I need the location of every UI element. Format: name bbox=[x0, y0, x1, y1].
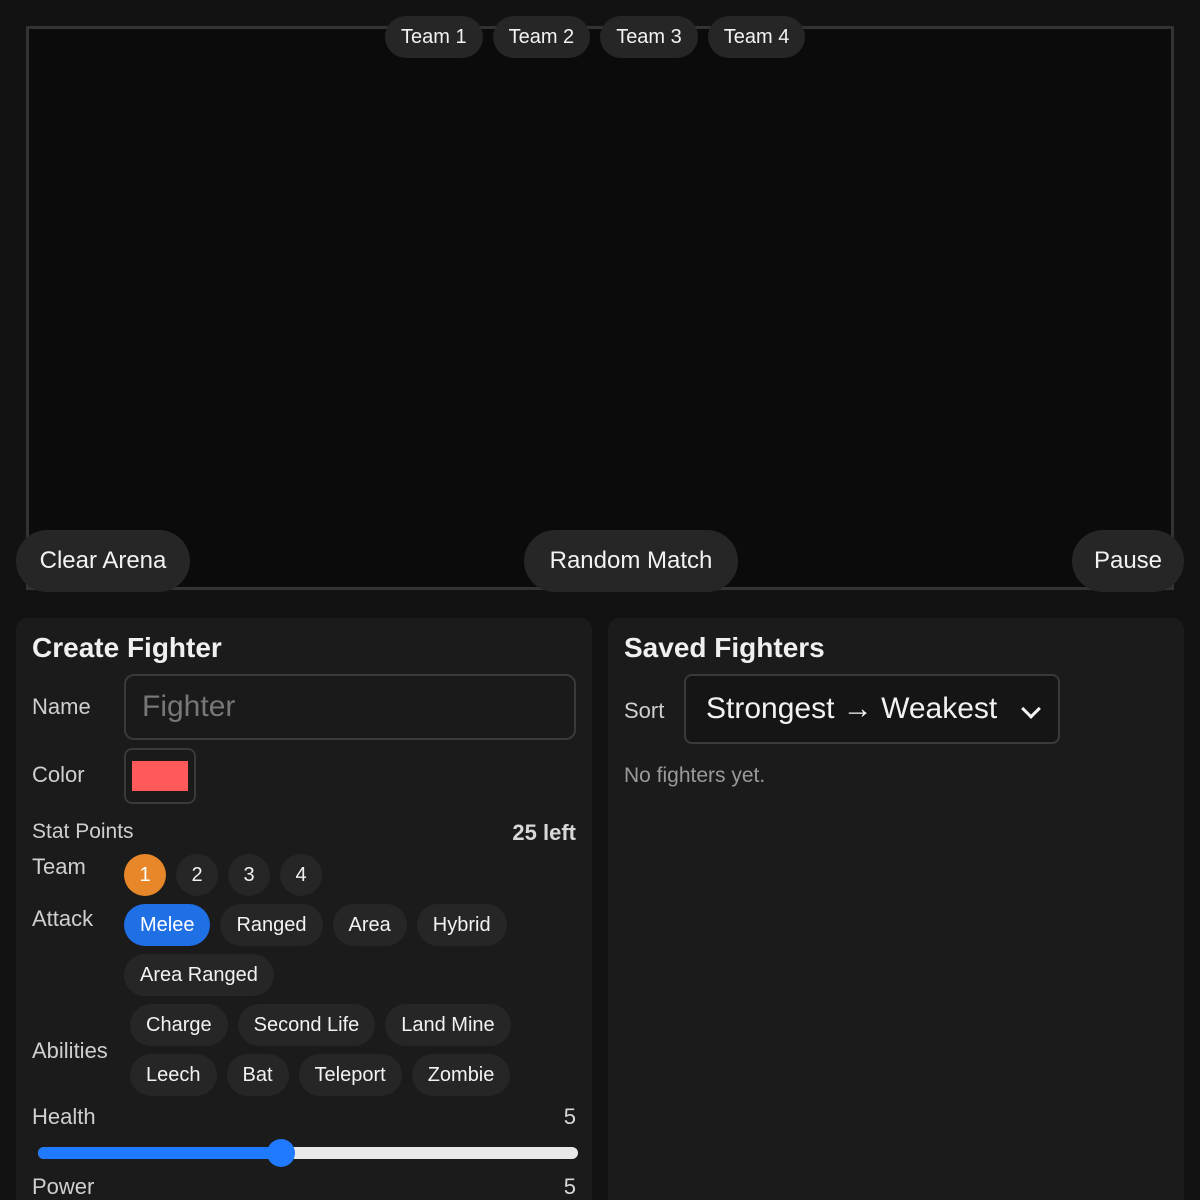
attack-label: Attack bbox=[32, 906, 94, 931]
abilities-label: Abilities bbox=[32, 1038, 108, 1063]
fighter-arena-app: Team 1 Team 2 Team 3 Team 4 Clear Arena … bbox=[0, 0, 1200, 1200]
attack-option-area-ranged[interactable]: Area Ranged bbox=[124, 954, 274, 996]
health-slider-fill bbox=[38, 1147, 281, 1159]
color-picker[interactable] bbox=[124, 748, 196, 804]
name-label: Name bbox=[32, 694, 91, 719]
team-option-1[interactable]: 1 bbox=[124, 854, 166, 896]
team-tabs: Team 1 Team 2 Team 3 Team 4 bbox=[385, 16, 806, 58]
team-option-3[interactable]: 3 bbox=[228, 854, 270, 896]
color-swatch bbox=[130, 759, 190, 793]
color-label: Color bbox=[32, 762, 85, 787]
tab-team-4[interactable]: Team 4 bbox=[707, 16, 806, 58]
stat-points-label: Stat Points bbox=[32, 820, 134, 843]
ability-land-mine[interactable]: Land Mine bbox=[385, 1004, 511, 1046]
tab-team-3[interactable]: Team 3 bbox=[600, 16, 698, 58]
clear-arena-button[interactable]: Clear Arena bbox=[16, 530, 190, 592]
health-label: Health bbox=[32, 1104, 96, 1129]
attack-option-hybrid[interactable]: Hybrid bbox=[416, 904, 507, 946]
ability-second-life[interactable]: Second Life bbox=[237, 1004, 376, 1046]
create-fighter-title: Create Fighter bbox=[32, 632, 222, 663]
sort-select[interactable]: Strongest → Weakest bbox=[684, 674, 1060, 744]
create-fighter-panel: Create Fighter Name Color Stat Points 25… bbox=[16, 618, 592, 1200]
power-label: Power bbox=[32, 1174, 95, 1199]
team-option-2[interactable]: 2 bbox=[176, 854, 218, 896]
chevron-down-icon bbox=[1021, 699, 1041, 719]
pause-button[interactable]: Pause bbox=[1072, 530, 1184, 592]
empty-state-text: No fighters yet. bbox=[624, 764, 766, 787]
random-match-button[interactable]: Random Match bbox=[524, 530, 738, 592]
name-input[interactable] bbox=[124, 674, 576, 740]
abilities-selector: Charge Second Life Land Mine Leech Bat T… bbox=[130, 1004, 550, 1096]
sort-label: Sort bbox=[624, 698, 665, 723]
sort-selected-value: Strongest → Weakest bbox=[706, 692, 998, 725]
attack-selector: Melee Ranged Area Hybrid Area Ranged bbox=[124, 904, 544, 996]
attack-option-ranged[interactable]: Ranged bbox=[220, 904, 323, 946]
power-value: 5 bbox=[563, 1174, 576, 1199]
ability-charge[interactable]: Charge bbox=[130, 1004, 228, 1046]
attack-option-area[interactable]: Area bbox=[332, 904, 407, 946]
stat-points-remaining: 25 left bbox=[512, 820, 576, 845]
arena-canvas[interactable] bbox=[26, 26, 1174, 590]
tab-team-1[interactable]: Team 1 bbox=[385, 16, 483, 58]
ability-leech[interactable]: Leech bbox=[130, 1054, 217, 1096]
health-value: 5 bbox=[563, 1104, 576, 1129]
saved-fighters-panel: Saved Fighters Sort Strongest → Weakest … bbox=[608, 618, 1184, 1200]
ability-teleport[interactable]: Teleport bbox=[298, 1054, 402, 1096]
attack-option-melee[interactable]: Melee bbox=[124, 904, 211, 946]
health-slider-thumb[interactable] bbox=[267, 1139, 295, 1167]
team-label: Team bbox=[32, 854, 86, 879]
tab-team-2[interactable]: Team 2 bbox=[492, 16, 591, 58]
team-option-4[interactable]: 4 bbox=[280, 854, 322, 896]
ability-bat[interactable]: Bat bbox=[226, 1054, 289, 1096]
team-selector: 1 2 3 4 bbox=[124, 854, 322, 896]
saved-fighters-title: Saved Fighters bbox=[624, 632, 825, 663]
health-slider[interactable] bbox=[38, 1139, 578, 1167]
ability-zombie[interactable]: Zombie bbox=[411, 1054, 511, 1096]
